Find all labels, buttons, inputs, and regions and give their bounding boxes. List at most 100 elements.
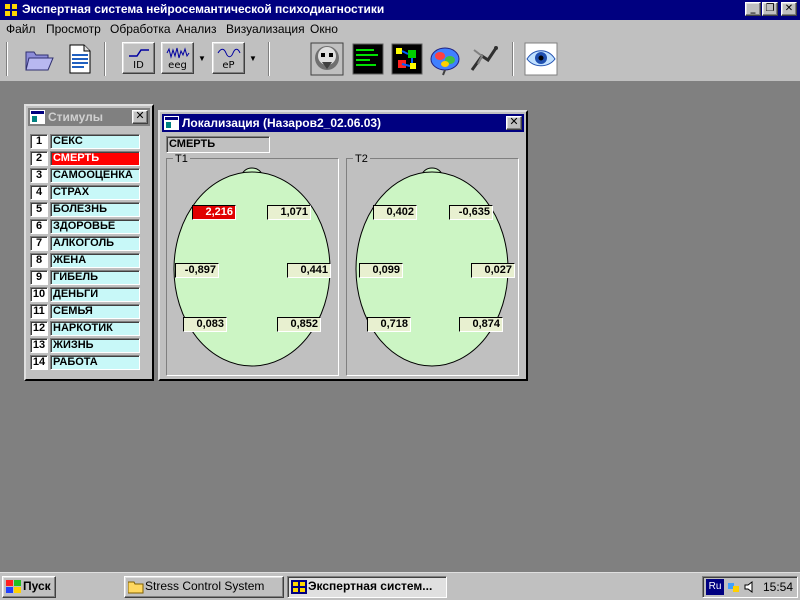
menu-analysis[interactable]: Анализ bbox=[176, 22, 217, 36]
stimulus-number: 10 bbox=[30, 287, 48, 302]
localization-window-caption[interactable]: Локализация (Назаров2_02.06.03) ✕ bbox=[162, 114, 524, 132]
stimulus-label: ЗДОРОВЬЕ bbox=[50, 219, 140, 234]
menu-window[interactable]: Окно bbox=[310, 22, 338, 36]
restore-icon: ❐ bbox=[765, 3, 775, 14]
window-icon bbox=[30, 110, 45, 124]
toolbar-separator bbox=[268, 42, 270, 76]
app-title-bar[interactable]: Экспертная система нейросемантической пс… bbox=[0, 0, 800, 20]
task-expert-system[interactable]: Экспертная систем... bbox=[287, 576, 447, 598]
eeg-button[interactable]: eeg bbox=[161, 42, 194, 74]
id-button[interactable]: ID bbox=[122, 42, 155, 74]
panel-t1: T1 2,216 1,071 -0,897 0,441 0,083 0,852 bbox=[166, 153, 339, 376]
stimulus-label: СТРАХ bbox=[50, 185, 140, 200]
stimulus-number: 5 bbox=[30, 202, 48, 217]
open-folder-icon[interactable] bbox=[22, 42, 56, 76]
menu-visualization[interactable]: Визуализация bbox=[226, 22, 305, 36]
ep-button-label: eP bbox=[222, 60, 235, 71]
minimize-icon: _ bbox=[750, 3, 756, 14]
stimulus-label: СЕКС bbox=[50, 134, 140, 149]
stimulus-number: 3 bbox=[30, 168, 48, 183]
stimulus-label: САМООЦЕНКА bbox=[50, 168, 140, 183]
stimulus-label: БОЛЕЗНЬ bbox=[50, 202, 140, 217]
stimuli-window-title: Стимулы bbox=[48, 110, 104, 124]
stimulus-label: ДЕНЬГИ bbox=[50, 287, 140, 302]
stimulus-label: ЖИЗНЬ bbox=[50, 338, 140, 353]
close-icon: ✕ bbox=[509, 116, 519, 128]
stimulus-number: 7 bbox=[30, 236, 48, 251]
stimulus-number: 14 bbox=[30, 355, 48, 370]
toolbar-separator bbox=[512, 42, 514, 76]
face-icon[interactable] bbox=[310, 42, 344, 76]
toolbar-separator bbox=[6, 42, 8, 76]
stimulus-number: 11 bbox=[30, 304, 48, 319]
ep-wave-icon bbox=[217, 48, 241, 58]
stimulus-number: 9 bbox=[30, 270, 48, 285]
stimulus-label: НАРКОТИК bbox=[50, 321, 140, 336]
t2-value-back-left: 0,718 bbox=[367, 317, 411, 332]
clock: 15:54 bbox=[763, 580, 794, 594]
stimulus-number: 2 bbox=[30, 151, 48, 166]
stimulus-label: АЛКОГОЛЬ bbox=[50, 236, 140, 251]
restore-button[interactable]: ❐ bbox=[762, 2, 778, 16]
network-icon[interactable] bbox=[727, 580, 741, 594]
current-stimulus-field: СМЕРТЬ bbox=[166, 136, 270, 153]
menu-bar: Файл Просмотр Обработка Анализ Визуализа… bbox=[0, 20, 800, 38]
folder-icon bbox=[128, 581, 144, 594]
close-button[interactable]: ✕ bbox=[781, 2, 797, 16]
t2-value-mid-right: 0,027 bbox=[471, 263, 515, 278]
stimulus-number: 13 bbox=[30, 338, 48, 353]
toolbar: ID eeg ▼ eP ▼ bbox=[0, 38, 800, 82]
stimuli-close-button[interactable]: ✕ bbox=[132, 110, 148, 124]
t2-value-back-right: 0,874 bbox=[459, 317, 503, 332]
localization-window-title: Локализация (Назаров2_02.06.03) bbox=[182, 116, 382, 130]
eye-icon[interactable] bbox=[524, 42, 558, 76]
t1-value-mid-left: -0,897 bbox=[175, 263, 219, 278]
minimize-button[interactable]: _ bbox=[745, 2, 761, 16]
menu-processing[interactable]: Обработка bbox=[110, 22, 171, 36]
electrode-icon[interactable] bbox=[466, 42, 500, 76]
language-indicator[interactable]: Ru bbox=[706, 579, 724, 595]
document-icon[interactable] bbox=[62, 42, 96, 76]
app-title: Экспертная система нейросемантической пс… bbox=[22, 2, 385, 16]
t2-value-front-right: -0,635 bbox=[449, 205, 493, 220]
brain-icon[interactable] bbox=[428, 42, 462, 76]
id-wave-icon bbox=[129, 49, 149, 57]
task-expert-system-label: Экспертная систем... bbox=[308, 579, 433, 593]
toolbar-separator bbox=[104, 42, 106, 76]
stimulus-number: 4 bbox=[30, 185, 48, 200]
stimuli-window: Стимулы ✕ 1 СЕКС 2 СМЕРТЬ 3 САМООЦЕНКА 4 СТРАХ 5… bbox=[24, 104, 154, 381]
stimulus-number: 6 bbox=[30, 219, 48, 234]
system-tray: Ru 15:54 bbox=[702, 576, 798, 598]
menu-view[interactable]: Просмотр bbox=[46, 22, 101, 36]
window-icon bbox=[164, 116, 179, 130]
t1-value-front-left: 2,216 bbox=[192, 205, 236, 220]
stimuli-window-caption[interactable]: Стимулы ✕ bbox=[28, 108, 150, 126]
stimulus-number: 12 bbox=[30, 321, 48, 336]
ep-button[interactable]: eP bbox=[212, 42, 245, 74]
stimulus-label: СЕМЬЯ bbox=[50, 304, 140, 319]
eeg-dropdown-icon[interactable]: ▼ bbox=[198, 54, 206, 63]
panel-t2: T2 0,402 -0,635 0,099 0,027 0,718 0,874 bbox=[346, 153, 519, 376]
stimulus-number: 1 bbox=[30, 134, 48, 149]
localization-close-button[interactable]: ✕ bbox=[506, 116, 522, 130]
t2-value-front-left: 0,402 bbox=[373, 205, 417, 220]
start-button[interactable]: Пуск bbox=[2, 576, 56, 598]
start-label: Пуск bbox=[23, 579, 51, 593]
eeg-button-label: eeg bbox=[168, 60, 187, 71]
t1-value-mid-right: 0,441 bbox=[287, 263, 331, 278]
close-icon: ✕ bbox=[135, 110, 145, 122]
t1-value-back-left: 0,083 bbox=[183, 317, 227, 332]
circuit-icon[interactable] bbox=[390, 42, 424, 76]
app-icon bbox=[3, 2, 19, 18]
ep-dropdown-icon[interactable]: ▼ bbox=[249, 54, 257, 63]
task-stress-control-label: Stress Control System bbox=[145, 579, 265, 593]
taskbar: Пуск Stress Control System Экспертная си… bbox=[0, 572, 800, 600]
volume-icon[interactable] bbox=[743, 580, 757, 594]
menu-file[interactable]: Файл bbox=[6, 22, 36, 36]
eeg-wave-icon bbox=[166, 47, 190, 59]
task-stress-control[interactable]: Stress Control System bbox=[124, 576, 284, 598]
t1-value-back-right: 0,852 bbox=[277, 317, 321, 332]
monitor-icon[interactable] bbox=[351, 42, 385, 76]
id-button-label: ID bbox=[133, 60, 144, 71]
windows-logo-icon bbox=[6, 580, 21, 593]
